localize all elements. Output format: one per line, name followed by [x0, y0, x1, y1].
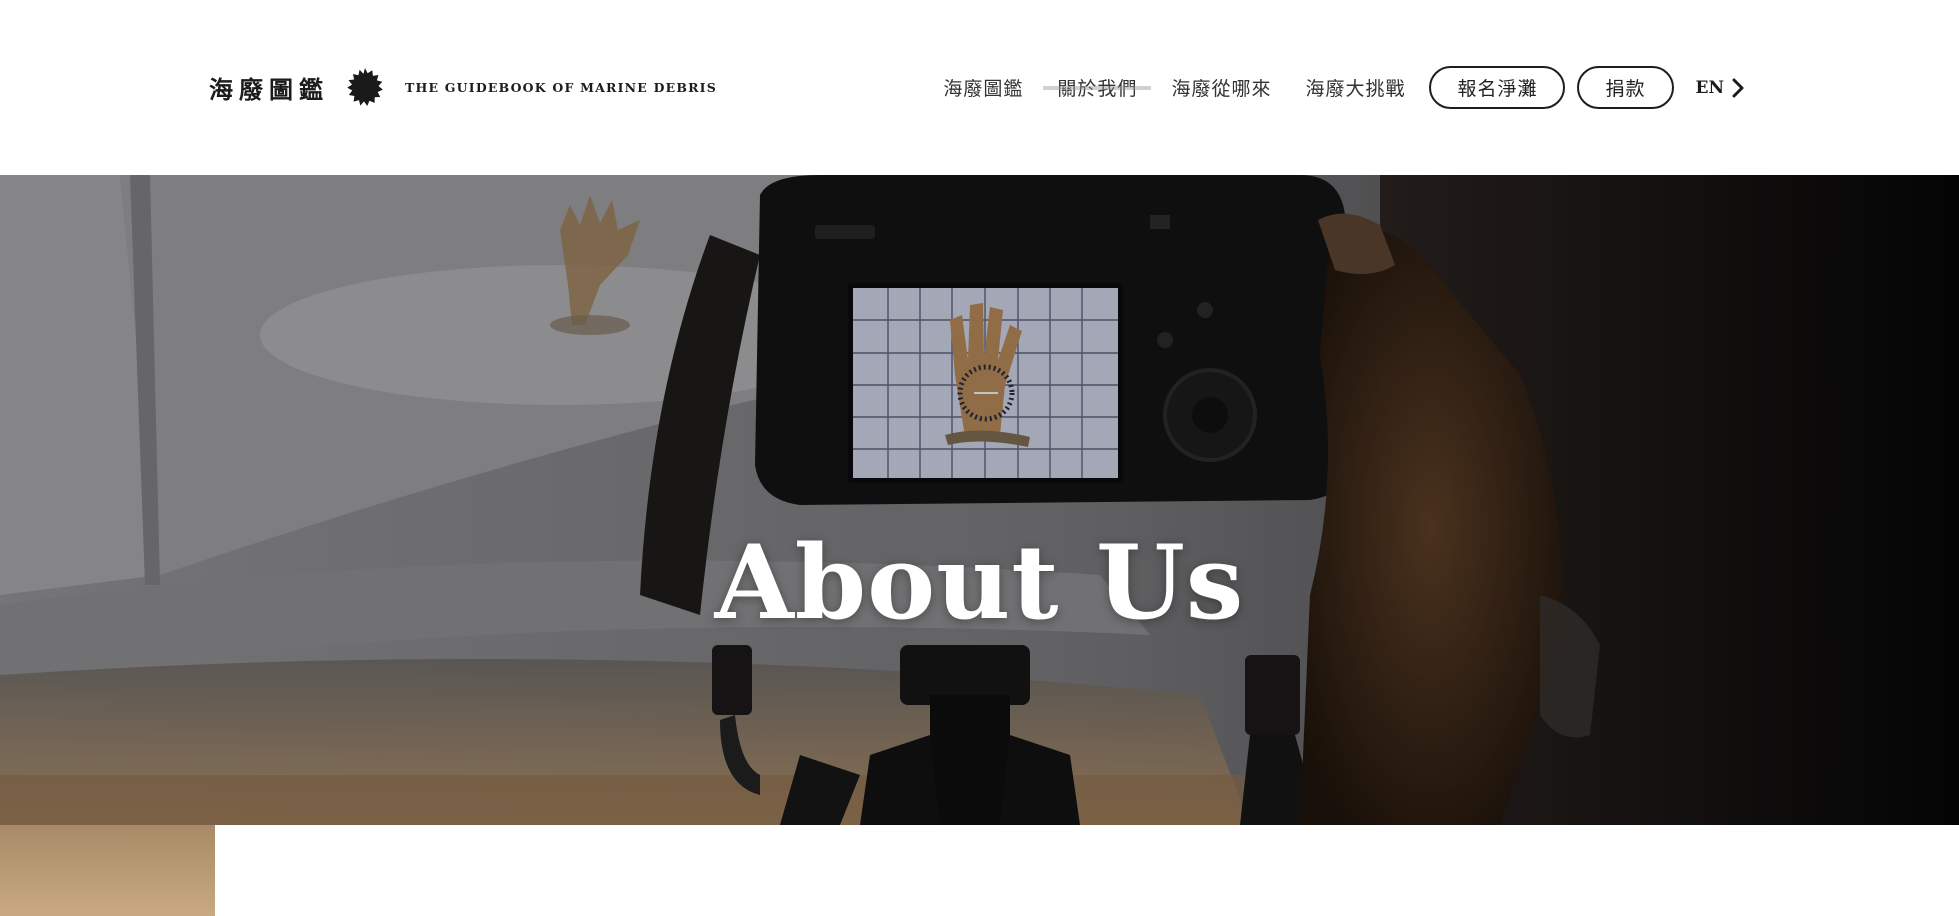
main-nav: 海廢圖鑑 關於我們 海廢從哪來 海廢大挑戰 報名淨灘 捐款 EN [943, 65, 1744, 110]
brand-name-en: THE GUIDEBOOK OF MARINE DEBRIS [405, 79, 717, 95]
hero-banner: About Us [0, 175, 1959, 825]
beach-cleanup-signup-button[interactable]: 報名淨灘 [1429, 66, 1566, 109]
nav-item-about-us[interactable]: 關於我們 [1043, 74, 1152, 101]
brand-logo[interactable]: 海廢圖鑑 THE GUIDEBOOK OF MARINE DEBRIS [209, 66, 717, 108]
dark-seal-icon [347, 68, 383, 106]
chevron-right-icon [1732, 78, 1744, 97]
hero-background-image [0, 175, 1959, 825]
language-label: EN [1695, 77, 1725, 98]
site-header: 海廢圖鑑 THE GUIDEBOOK OF MARINE DEBRIS 海廢圖鑑… [0, 0, 1959, 175]
nav-item-challenge[interactable]: 海廢大挑戰 [1305, 74, 1405, 101]
hero-image-strip [0, 825, 215, 916]
donate-button[interactable]: 捐款 [1577, 66, 1674, 109]
content-card [215, 825, 1959, 916]
hero-title: About Us [714, 523, 1245, 644]
nav-item-debris-origin[interactable]: 海廢從哪來 [1171, 74, 1271, 101]
nav-item-guidebook[interactable]: 海廢圖鑑 [943, 74, 1023, 101]
brand-name-zh: 海廢圖鑑 [209, 75, 329, 104]
language-switch[interactable]: EN [1696, 78, 1745, 98]
